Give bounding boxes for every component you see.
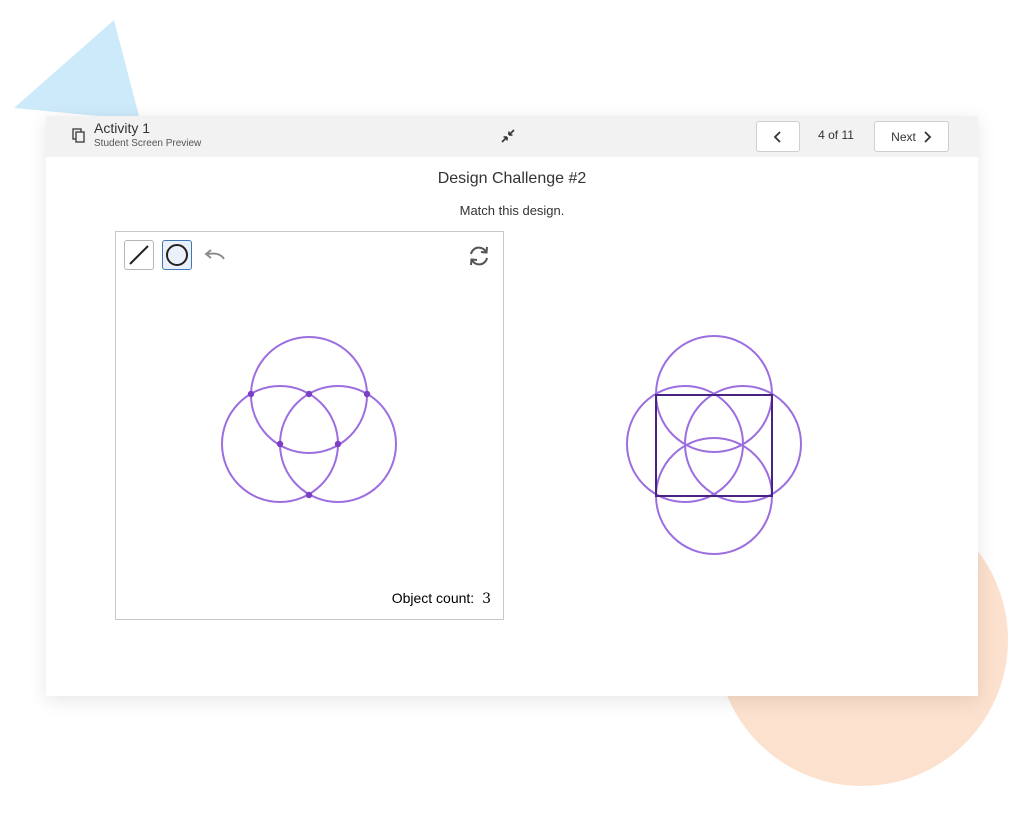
construction-point [305, 390, 313, 398]
construction-point [334, 440, 342, 448]
activity-title: Activity 1 [94, 120, 151, 136]
student-drawing [221, 336, 397, 503]
chevron-left-icon [773, 130, 781, 143]
next-button-label: Next [891, 129, 916, 144]
decorative-triangle [14, 20, 140, 120]
object-count-label: Object count: [391, 590, 475, 606]
page-indicator: 4 of 11 [818, 128, 854, 142]
object-count: Object count: 3 [392, 590, 491, 607]
object-count-value: 3 [482, 591, 491, 607]
next-button[interactable]: Next [874, 121, 949, 152]
previous-button[interactable] [756, 121, 800, 152]
construction-point [363, 390, 371, 398]
top-bar: Activity 1 Student Screen Preview 4 of 1… [46, 116, 978, 157]
target-square [655, 394, 773, 497]
challenge-heading: Design Challenge #2 [437, 170, 587, 187]
chevron-right-icon [924, 130, 932, 143]
activity-subtitle: Student Screen Preview [94, 138, 202, 149]
construction-point [247, 390, 255, 398]
target-design [626, 335, 802, 555]
construction-point [305, 491, 313, 499]
drawing-canvas[interactable]: Object count: 3 [115, 231, 504, 620]
copy-icon [72, 128, 85, 143]
collapse-arrows-icon[interactable] [500, 128, 516, 144]
construction-point [276, 440, 284, 448]
challenge-instruction: Match this design. [459, 203, 565, 218]
student-screen-preview-window: Activity 1 Student Screen Preview 4 of 1… [46, 116, 978, 696]
